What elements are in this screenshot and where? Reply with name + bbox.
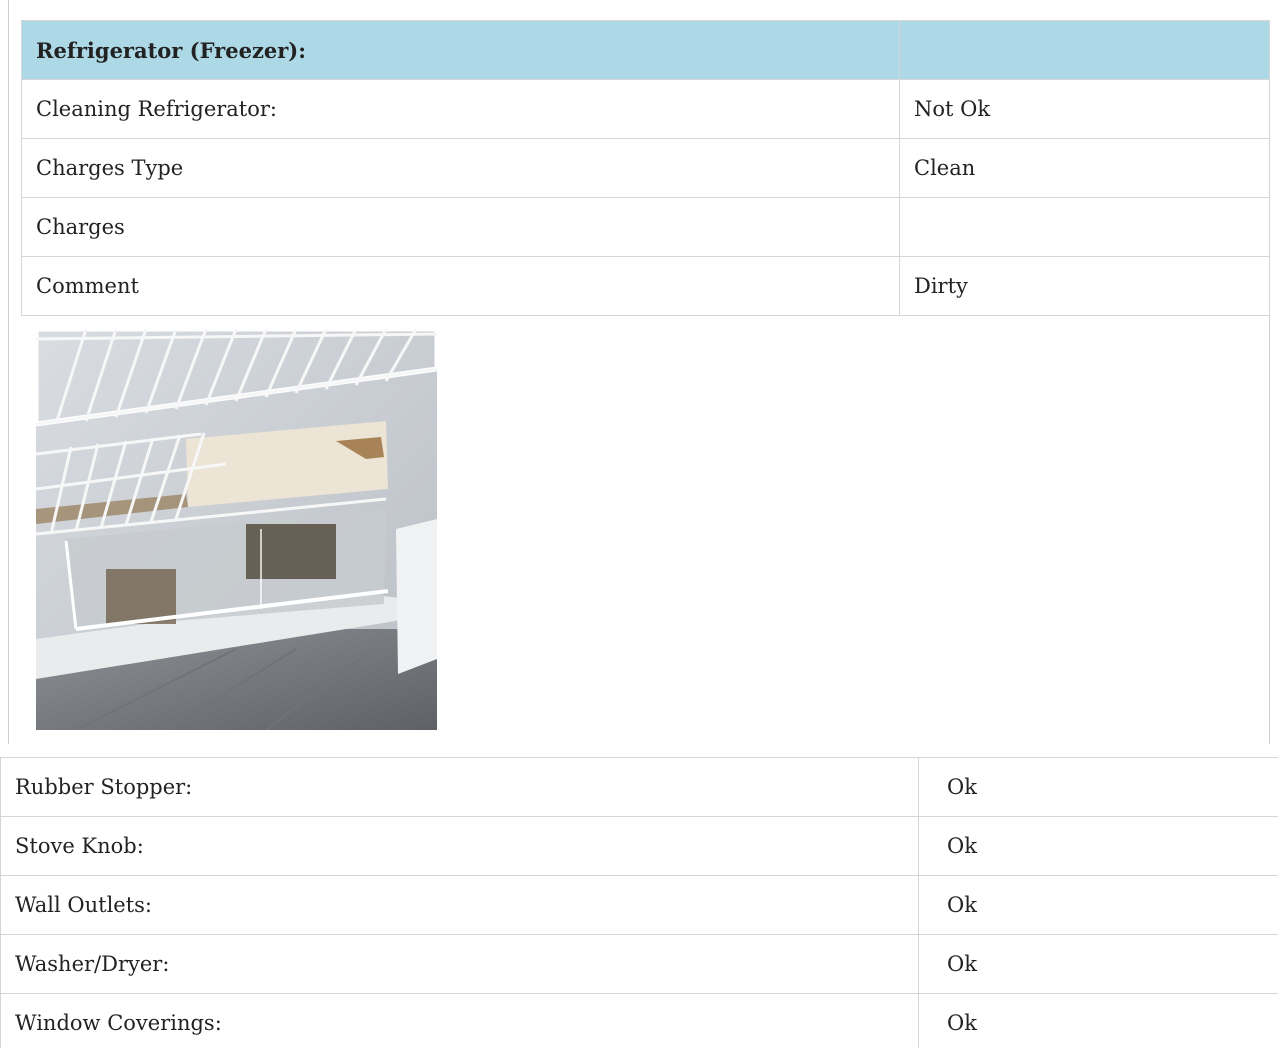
table-row: Cleaning Refrigerator: Not Ok xyxy=(21,79,1270,139)
table-row: Rubber Stopper: Ok xyxy=(0,757,1278,817)
refrigerator-freezer-table: Refrigerator (Freezer): Cleaning Refrige… xyxy=(21,20,1270,316)
refrigerator-photo[interactable] xyxy=(36,329,437,730)
table-row: Charges xyxy=(21,197,1270,257)
row-value: Not Ok xyxy=(899,79,1270,139)
row-label: Comment xyxy=(21,256,900,316)
item-value: Ok xyxy=(918,993,1278,1048)
item-value: Ok xyxy=(918,934,1278,994)
item-label: Window Coverings: xyxy=(0,993,919,1048)
row-value xyxy=(899,197,1270,257)
item-value: Ok xyxy=(918,757,1278,817)
row-label: Charges xyxy=(21,197,900,257)
row-label: Cleaning Refrigerator: xyxy=(21,79,900,139)
table-row: Wall Outlets: Ok xyxy=(0,875,1278,935)
table-row: Charges Type Clean xyxy=(21,138,1270,198)
item-label: Washer/Dryer: xyxy=(0,934,919,994)
section-title: Refrigerator (Freezer): xyxy=(21,20,900,80)
panel-border xyxy=(1269,314,1270,744)
row-value: Clean xyxy=(899,138,1270,198)
table-row: Washer/Dryer: Ok xyxy=(0,934,1278,994)
table-row: Comment Dirty xyxy=(21,256,1270,316)
item-label: Rubber Stopper: xyxy=(0,757,919,817)
item-value: Ok xyxy=(918,875,1278,935)
section-header-row: Refrigerator (Freezer): xyxy=(21,20,1270,80)
inspection-items-table: Rubber Stopper: Ok Stove Knob: Ok Wall O… xyxy=(0,757,1278,1048)
inspection-report: Refrigerator (Freezer): Cleaning Refrige… xyxy=(0,0,1278,1048)
refrigerator-freezer-panel: Refrigerator (Freezer): Cleaning Refrige… xyxy=(8,0,1270,744)
section-header-value xyxy=(899,20,1270,80)
row-value: Dirty xyxy=(899,256,1270,316)
table-row: Stove Knob: Ok xyxy=(0,816,1278,876)
item-value: Ok xyxy=(918,816,1278,876)
item-label: Stove Knob: xyxy=(0,816,919,876)
table-row: Window Coverings: Ok xyxy=(0,993,1278,1048)
row-label: Charges Type xyxy=(21,138,900,198)
refrigerator-photo-image xyxy=(36,329,437,730)
item-label: Wall Outlets: xyxy=(0,875,919,935)
